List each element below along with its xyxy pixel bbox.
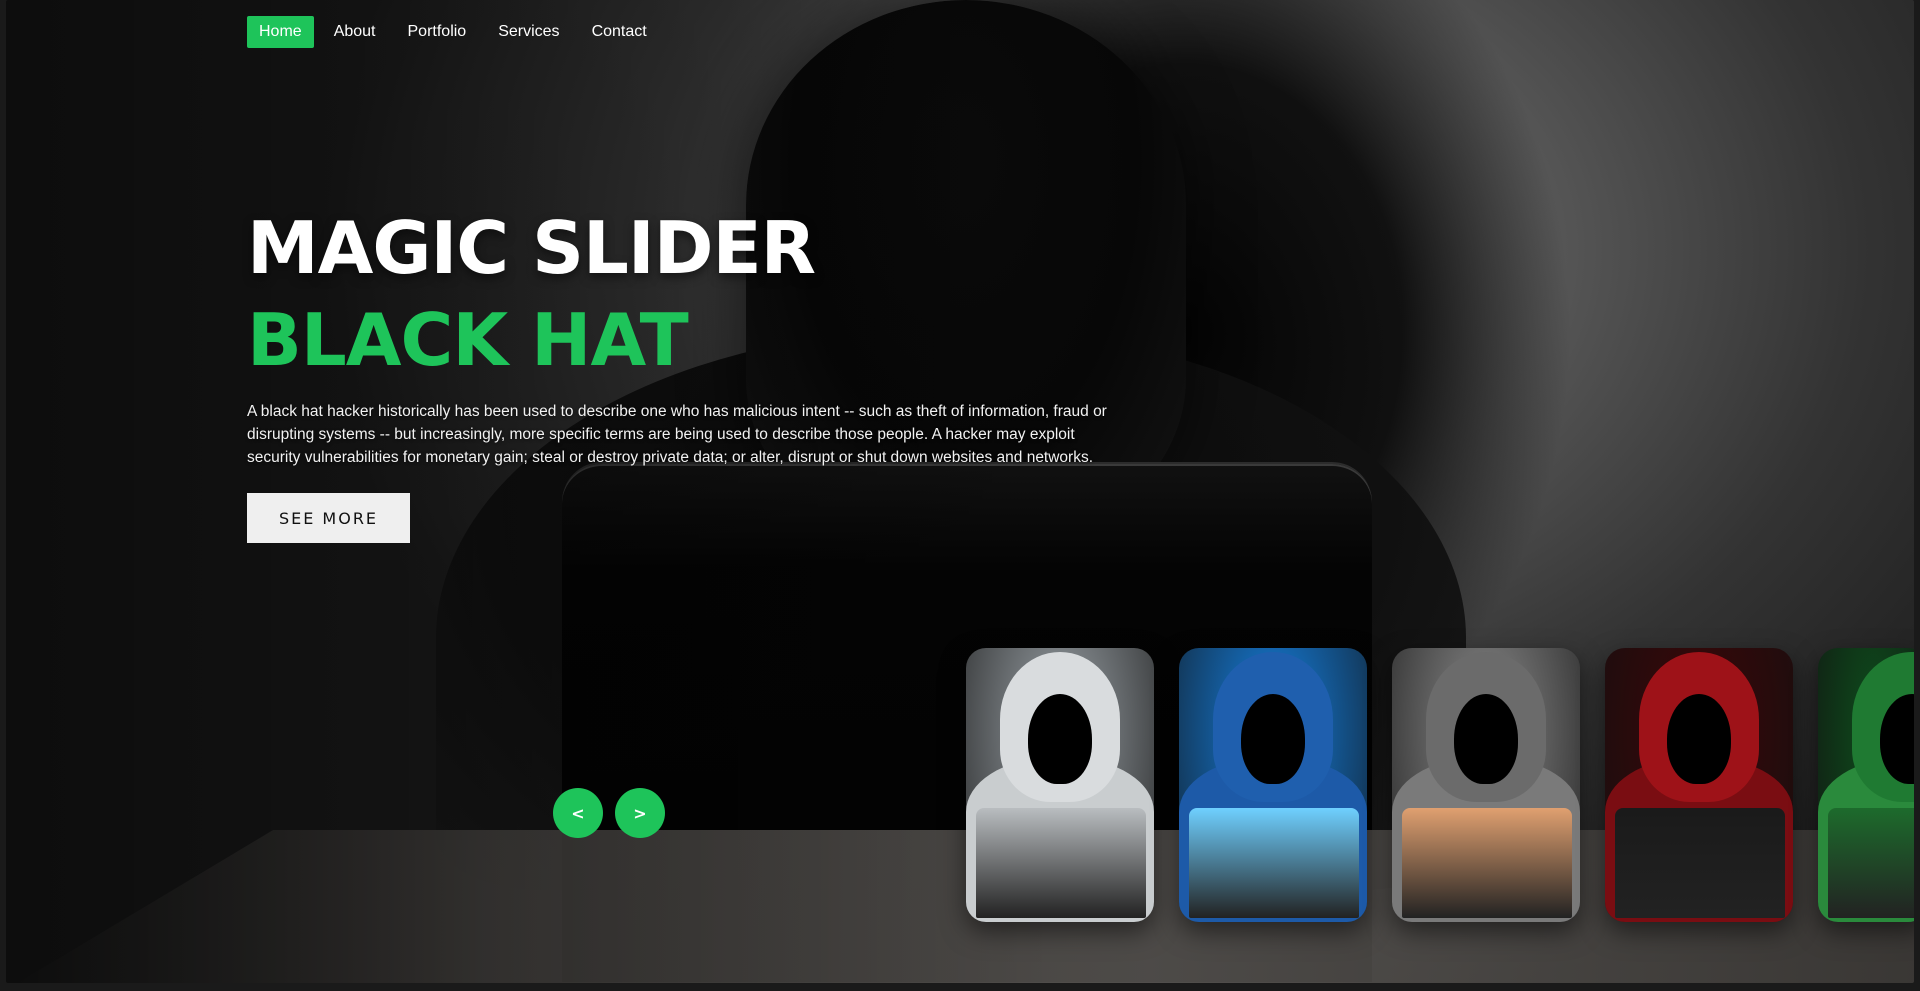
thumbnail-red-hoodie[interactable] xyxy=(1605,648,1793,922)
hero-subtitle: BLACK HAT xyxy=(247,298,689,382)
thumbnail-blue-hoodie[interactable] xyxy=(1179,648,1367,922)
nav-item-home[interactable]: Home xyxy=(247,16,314,48)
thumbnail-white-hoodie[interactable] xyxy=(966,648,1154,922)
hero-slide: Home About Portfolio Services Contact MA… xyxy=(6,0,1914,983)
thumbnail-list xyxy=(966,648,1914,922)
prev-arrow-button[interactable]: < xyxy=(553,788,603,838)
nav-item-about[interactable]: About xyxy=(322,16,388,48)
main-nav: Home About Portfolio Services Contact xyxy=(247,16,659,48)
hero-description: A black hat hacker historically has been… xyxy=(247,403,1107,466)
hero-content: MAGIC SLIDER BLACK HAT A black hat hacke… xyxy=(247,204,1107,543)
thumbnail-grey-hoodie[interactable] xyxy=(1392,648,1580,922)
nav-item-services[interactable]: Services xyxy=(486,16,571,48)
thumbnail-green-hoodie[interactable] xyxy=(1818,648,1914,922)
nav-item-portfolio[interactable]: Portfolio xyxy=(396,16,479,48)
see-more-button[interactable]: SEE MORE xyxy=(247,493,410,543)
slider-arrows: < > xyxy=(553,788,665,838)
nav-item-contact[interactable]: Contact xyxy=(580,16,659,48)
hero-title: MAGIC SLIDER xyxy=(247,206,816,290)
next-arrow-button[interactable]: > xyxy=(615,788,665,838)
